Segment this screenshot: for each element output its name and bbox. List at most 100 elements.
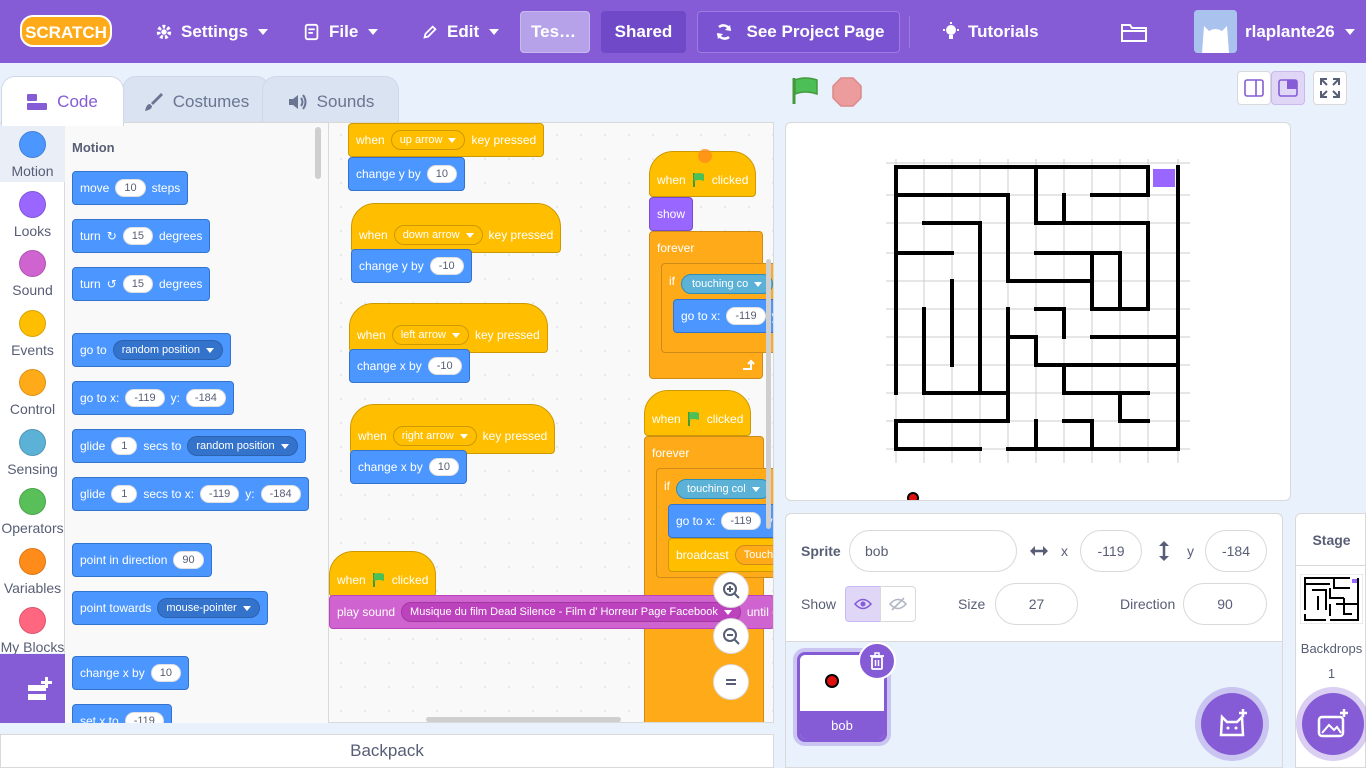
move-steps-block[interactable]: move 10 steps <box>72 171 189 205</box>
glide-to-block[interactable]: glide 1 secs to random position <box>72 429 306 463</box>
category-sensing[interactable]: Sensing <box>0 421 65 480</box>
category-looks[interactable]: Looks <box>0 183 65 242</box>
key-dropdown[interactable]: down arrow <box>393 225 483 245</box>
y-position-input[interactable]: -184 <box>1205 530 1267 572</box>
x-input[interactable]: -119 <box>200 485 240 503</box>
size-input[interactable]: 27 <box>995 583 1078 625</box>
stop-button[interactable] <box>832 77 862 112</box>
x-position-input[interactable]: -119 <box>1080 530 1142 572</box>
shared-button[interactable]: Shared <box>601 11 686 53</box>
y-change-input[interactable]: 10 <box>426 165 457 183</box>
category-motion[interactable]: Motion <box>0 123 65 182</box>
turn-left-block[interactable]: turn ↺ 15 degrees <box>72 267 211 301</box>
set-x-block[interactable]: set x to -119 <box>72 704 172 723</box>
choose-backdrop-button[interactable] <box>1302 693 1364 755</box>
x-change-input[interactable]: 10 <box>150 664 181 682</box>
bob-sprite[interactable] <box>907 492 919 500</box>
when-flag-clicked-hat[interactable]: when clicked <box>644 390 752 436</box>
turn-right-block[interactable]: turn ↻ 15 degrees <box>72 219 211 253</box>
choose-sprite-button[interactable] <box>1201 693 1263 755</box>
edit-menu[interactable]: Edit <box>421 0 500 63</box>
stage-canvas[interactable] <box>785 122 1291 501</box>
x-input[interactable]: -119 <box>721 512 761 530</box>
project-title-input[interactable]: Tes… <box>520 11 590 53</box>
when-key-pressed-hat[interactable]: when left arrow key pressed <box>349 303 548 353</box>
hide-sprite-button[interactable] <box>880 586 916 622</box>
x-input[interactable]: -119 <box>726 307 766 325</box>
secs-input[interactable]: 1 <box>111 485 138 503</box>
glide-to-xy-block[interactable]: glide 1 secs to x: -119 y: -184 <box>72 477 309 511</box>
go-to-xy-block[interactable]: go to x: -119 y <box>673 299 773 333</box>
degrees-input[interactable]: 15 <box>122 275 153 293</box>
large-stage-button[interactable] <box>1271 71 1305 105</box>
zoom-out-button[interactable] <box>713 618 749 654</box>
y-input[interactable]: -184 <box>260 485 301 503</box>
stage-target-pane[interactable]: Stage Backdrops 1 <box>1295 513 1366 768</box>
change-x-block[interactable]: change x by 10 <box>72 656 189 690</box>
delete-sprite-button[interactable] <box>858 642 896 680</box>
touching-color-condition[interactable]: touching col <box>676 479 771 499</box>
tab-costumes[interactable]: Costumes <box>122 76 270 126</box>
touching-color-condition[interactable]: touching co <box>681 274 773 294</box>
towards-dropdown[interactable]: mouse-pointer <box>157 598 260 618</box>
go-to-xy-block[interactable]: go to x: -119 y <box>668 504 773 538</box>
category-events[interactable]: Events <box>0 302 65 361</box>
zoom-reset-button[interactable] <box>713 664 749 700</box>
category-my-blocks[interactable]: My Blocks <box>0 599 65 658</box>
broadcast-block[interactable]: broadcast Touche <box>668 538 773 572</box>
my-stuff-button[interactable] <box>1120 0 1156 63</box>
category-variables[interactable]: Variables <box>0 540 65 599</box>
key-dropdown[interactable]: up arrow <box>390 130 466 150</box>
fullscreen-button[interactable] <box>1313 71 1347 105</box>
avatar[interactable] <box>1194 10 1237 53</box>
file-menu[interactable]: File <box>303 0 379 63</box>
x-input[interactable]: -119 <box>125 389 165 407</box>
tab-code[interactable]: Code <box>1 76 124 126</box>
change-x-block[interactable]: change x by 10 <box>350 450 467 484</box>
green-flag-button[interactable] <box>790 76 820 111</box>
backdrop-thumbnail[interactable] <box>1300 574 1363 624</box>
y-input[interactable]: -184 <box>185 389 226 407</box>
change-y-block[interactable]: change y by -10 <box>351 249 472 283</box>
script-horizontal-scrollbar[interactable] <box>426 717 621 722</box>
secs-input[interactable]: 1 <box>111 437 138 455</box>
x-change-input[interactable]: -10 <box>427 357 462 375</box>
sound-dropdown[interactable]: Musique du film Dead Silence - Film d' H… <box>401 602 741 622</box>
y-change-input[interactable]: -10 <box>429 257 464 275</box>
key-dropdown[interactable]: right arrow <box>392 426 477 446</box>
palette-scrollbar[interactable] <box>315 127 321 179</box>
script-vertical-scrollbar[interactable] <box>766 259 771 529</box>
x-change-input[interactable]: 10 <box>428 458 459 476</box>
key-dropdown[interactable]: left arrow <box>391 325 469 345</box>
script-area[interactable]: when up arrow key pressed change y by 10… <box>328 122 774 723</box>
see-project-page-button[interactable]: See Project Page <box>697 11 900 53</box>
change-x-block[interactable]: change x by -10 <box>349 349 470 383</box>
show-sprite-button[interactable] <box>845 586 881 622</box>
when-key-pressed-hat[interactable]: when up arrow key pressed <box>348 123 545 157</box>
show-block[interactable]: show <box>649 197 694 231</box>
go-to-block[interactable]: go to random position <box>72 333 231 367</box>
account-menu[interactable]: rlaplante26 <box>1245 0 1355 63</box>
scratch-logo[interactable]: SCRATCH <box>20 14 112 48</box>
change-y-block[interactable]: change y by 10 <box>348 157 465 191</box>
point-in-direction-block[interactable]: point in direction 90 <box>72 543 212 577</box>
tab-sounds[interactable]: Sounds <box>262 76 399 126</box>
tutorials-button[interactable]: Tutorials <box>942 0 1039 63</box>
sprite-name-input[interactable]: bob <box>849 530 1017 572</box>
set-x-input[interactable]: -119 <box>124 712 164 723</box>
go-to-xy-block[interactable]: go to x: -119 y: -184 <box>72 381 234 415</box>
steps-input[interactable]: 10 <box>115 179 146 197</box>
broadcast-message-dropdown[interactable]: Touche <box>734 545 773 565</box>
when-flag-clicked-hat[interactable]: when clicked <box>329 551 437 597</box>
degrees-input[interactable]: 15 <box>122 227 153 245</box>
category-operators[interactable]: Operators <box>0 480 65 539</box>
glide-target-dropdown[interactable]: random position <box>187 436 298 456</box>
zoom-in-button[interactable] <box>713 572 749 608</box>
settings-menu[interactable]: Settings <box>155 0 269 63</box>
direction-input[interactable]: 90 <box>1183 583 1267 625</box>
point-towards-block[interactable]: point towards mouse-pointer <box>72 591 268 625</box>
play-sound-until-done-block[interactable]: play sound Musique du film Dead Silence … <box>329 595 773 629</box>
category-control[interactable]: Control <box>0 361 65 420</box>
direction-input[interactable]: 90 <box>173 551 204 569</box>
when-key-pressed-hat[interactable]: when down arrow key pressed <box>351 203 562 253</box>
